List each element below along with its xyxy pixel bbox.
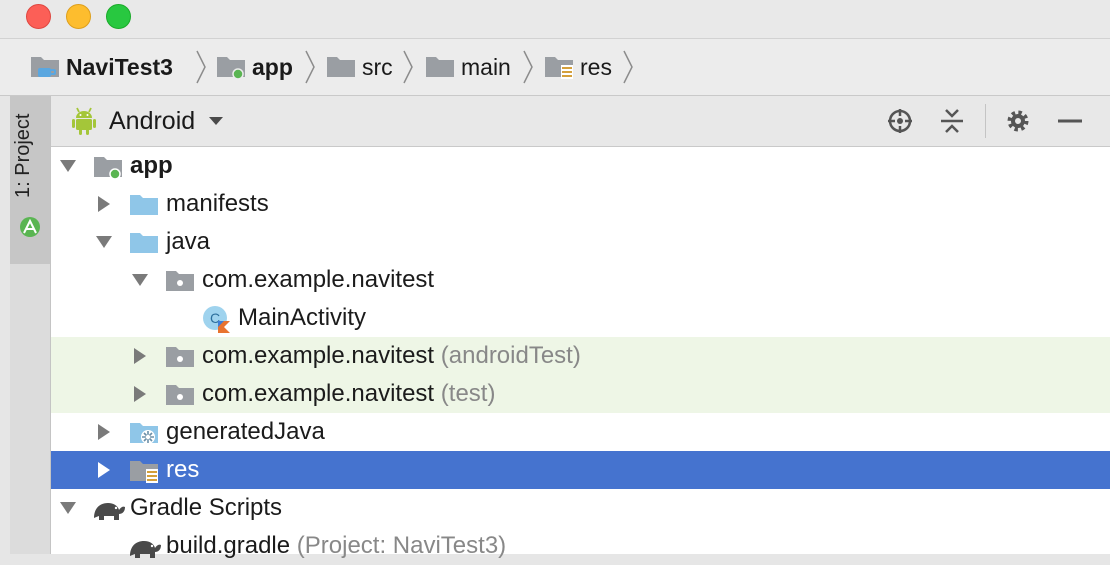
folder-icon (327, 57, 355, 77)
package-icon (166, 347, 194, 367)
window-titlebar (0, 0, 1110, 39)
breadcrumb-label: app (252, 53, 293, 80)
tree-row-generatedjava[interactable]: generatedJava (51, 413, 1110, 451)
breadcrumb-item-main[interactable]: main (425, 39, 511, 95)
close-window-button[interactable] (26, 4, 51, 29)
breadcrumb-item-app[interactable]: app (216, 39, 293, 95)
collapsed-arrow-icon[interactable] (130, 337, 150, 375)
tree-node-label: MainActivity (238, 304, 367, 331)
expanded-arrow-icon[interactable] (58, 147, 78, 185)
tree-row-package-test[interactable]: com.example.navitest (test) (51, 375, 1110, 413)
project-view-selector[interactable]: Android (71, 96, 224, 146)
tree-node-label: generatedJava (166, 418, 325, 445)
breadcrumb-item-res[interactable]: res (544, 39, 612, 95)
tree-node-label: com.example.navitest (202, 266, 435, 293)
gradle-elephant-icon (130, 541, 161, 558)
breadcrumb: NaviTest3 app src main res (0, 39, 1110, 96)
project-toolbar: Android (51, 96, 1110, 147)
breadcrumb-label: src (362, 53, 393, 80)
collapsed-arrow-icon[interactable] (94, 451, 114, 489)
project-tool-window-tab[interactable]: 1: Project (10, 96, 50, 264)
tree-node-label: manifests (166, 190, 269, 217)
breadcrumb-separator-icon (196, 50, 206, 84)
kotlin-class-icon: C (203, 306, 230, 333)
expanded-arrow-icon[interactable] (130, 261, 150, 299)
breadcrumb-separator-icon (403, 50, 413, 84)
tree-node-label: res (166, 456, 200, 483)
package-icon (166, 385, 194, 405)
tree-row-build-gradle[interactable]: build.gradle (Project: NaviTest3) (51, 527, 1110, 565)
expanded-arrow-icon[interactable] (94, 223, 114, 261)
resource-folder-icon (545, 57, 573, 79)
tree-row-mainactivity[interactable]: C MainActivity (51, 299, 1110, 337)
tree-node-suffix: (androidTest) (440, 342, 581, 369)
toolbar-divider (985, 104, 986, 138)
locate-icon[interactable] (887, 108, 913, 134)
tree-node-label: java (166, 228, 211, 255)
tree-row-app[interactable]: app (51, 147, 1110, 185)
breadcrumb-label: NaviTest3 (66, 53, 173, 80)
tree-row-package-androidtest[interactable]: com.example.navitest (androidTest) (51, 337, 1110, 375)
collapse-all-icon[interactable] (939, 108, 965, 134)
dropdown-arrow-icon (209, 117, 224, 125)
tree-node-label: Gradle Scripts (130, 494, 283, 521)
collapsed-arrow-icon[interactable] (130, 375, 150, 413)
folder-icon (130, 195, 158, 215)
tree-row-package-main[interactable]: com.example.navitest (51, 261, 1110, 299)
minimize-window-button[interactable] (66, 4, 91, 29)
generated-folder-icon (130, 423, 158, 444)
folder-icon (426, 57, 454, 77)
tree-node-suffix: (Project: NaviTest3) (296, 532, 507, 559)
tree-node-label: com.example.navitest (androidTest) (202, 342, 581, 369)
tree-node-label: com.example.navitest (test) (202, 380, 496, 407)
folder-icon (130, 233, 158, 253)
project-panel: Android app manifests java com.example.n… (51, 96, 1110, 559)
gradle-elephant-icon (94, 503, 125, 520)
breadcrumb-separator-icon (305, 50, 315, 84)
expanded-arrow-icon[interactable] (58, 489, 78, 527)
module-folder-icon (217, 57, 245, 80)
project-tab-label: 1: Project (12, 113, 34, 198)
tree-row-gradle-scripts[interactable]: Gradle Scripts (51, 489, 1110, 527)
breadcrumb-separator-icon (623, 50, 633, 84)
android-icon (72, 107, 96, 135)
package-icon (166, 271, 194, 291)
breadcrumb-item-src[interactable]: src (326, 39, 393, 95)
collapsed-arrow-icon[interactable] (94, 413, 114, 451)
tree-row-java[interactable]: java (51, 223, 1110, 261)
hide-icon[interactable] (1057, 108, 1083, 134)
breadcrumb-separator-icon (523, 50, 533, 84)
module-folder-icon (94, 157, 122, 180)
breadcrumb-label: res (580, 53, 612, 80)
project-view-label: Android (109, 106, 196, 135)
breadcrumb-item-navitest3[interactable]: NaviTest3 (30, 39, 173, 95)
android-head-icon (20, 217, 40, 237)
tree-row-res[interactable]: res (51, 451, 1110, 489)
tree-row-manifests[interactable]: manifests (51, 185, 1110, 223)
tree-node-suffix: (test) (440, 380, 496, 407)
project-folder-icon (31, 57, 59, 77)
tool-window-strip: 1: Project (10, 96, 51, 554)
resource-folder-icon (130, 461, 158, 483)
gear-icon[interactable] (1005, 108, 1031, 134)
tree-node-label: build.gradle (Project: NaviTest3) (166, 532, 507, 559)
breadcrumb-label: main (461, 53, 511, 80)
zoom-window-button[interactable] (106, 4, 131, 29)
collapsed-arrow-icon[interactable] (94, 185, 114, 223)
tree-node-label: app (130, 152, 173, 179)
